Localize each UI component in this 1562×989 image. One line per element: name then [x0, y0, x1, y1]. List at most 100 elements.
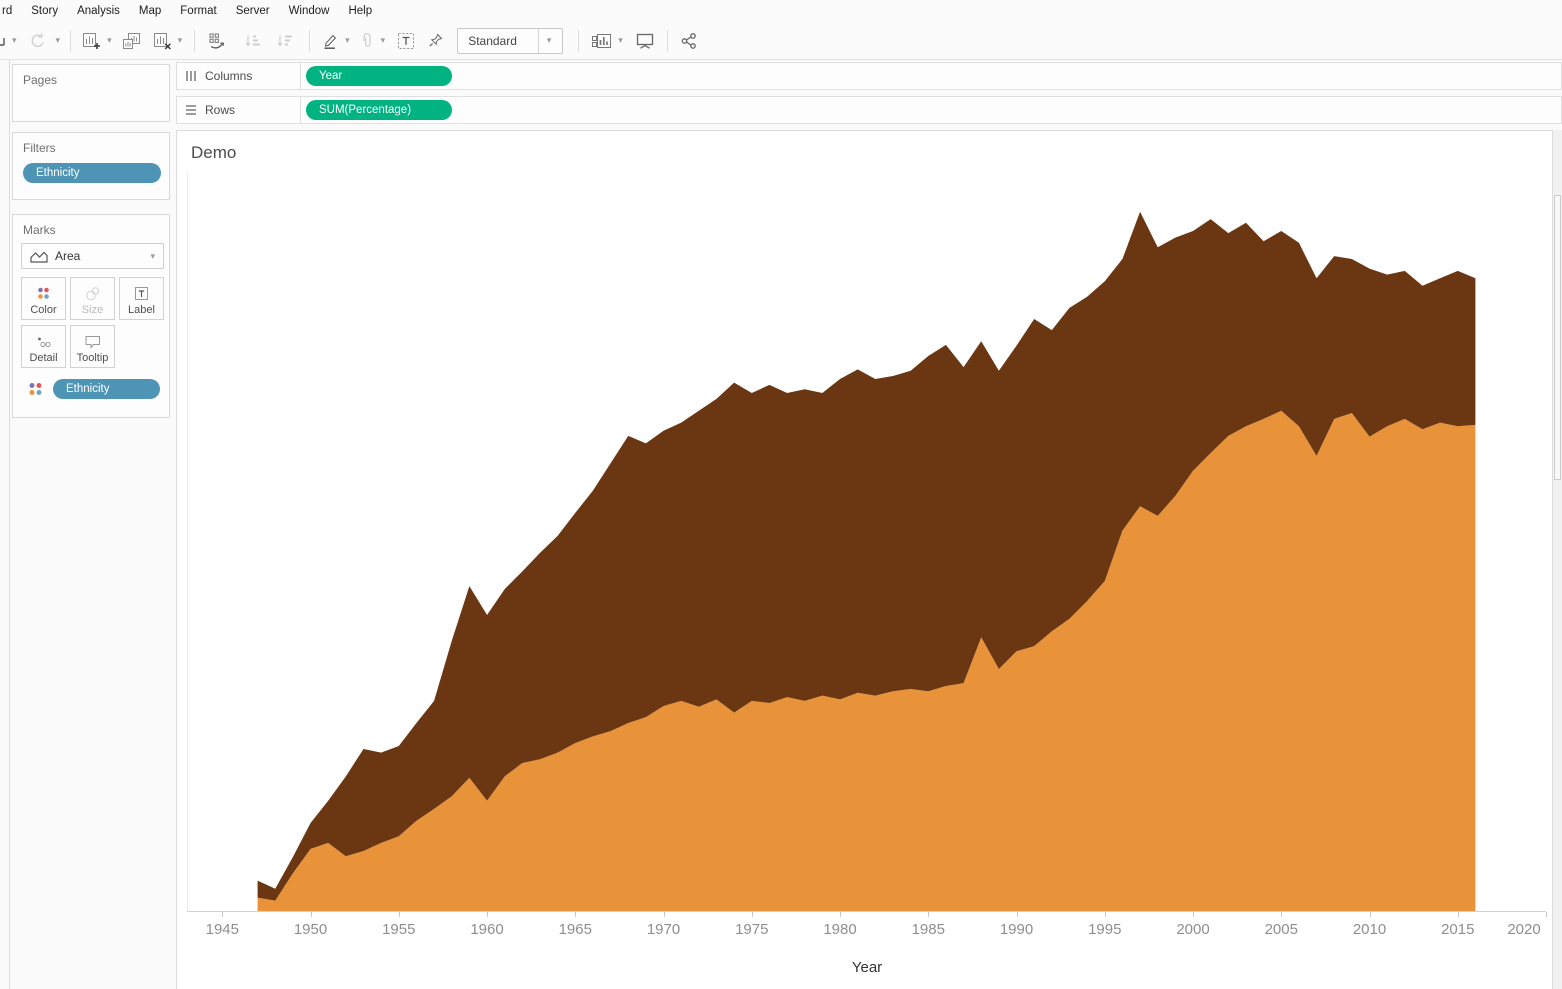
stacked-area-chart[interactable] [187, 171, 1546, 911]
x-tick-mark [1281, 912, 1283, 917]
x-tick-label: 1990 [999, 921, 1034, 938]
x-tick-mark [1104, 912, 1106, 917]
color-button[interactable]: Color [21, 277, 66, 320]
toolbar-separator [666, 29, 668, 52]
x-tick-mark [487, 912, 489, 917]
size-button-label: Size [81, 304, 104, 316]
highlight-caret-icon[interactable]: ▾ [344, 36, 351, 45]
menu-item-story[interactable]: Story [31, 5, 58, 17]
fit-mode-select[interactable]: Standard ▾ [457, 27, 564, 54]
rows-shelf-head: Rows [177, 97, 301, 123]
menu-item-analysis[interactable]: Analysis [77, 5, 120, 17]
x-tick-label: 2020 [1507, 921, 1541, 938]
menu-item-window[interactable]: Window [289, 5, 330, 17]
marks-pill-ethnicity[interactable]: Ethnicity [53, 379, 160, 399]
clear-sheet-caret-icon[interactable]: ▾ [177, 36, 184, 45]
area-chart-icon [30, 250, 48, 263]
rows-shelf[interactable]: Rows SUM(Percentage) [176, 96, 1562, 124]
label-button[interactable]: Label [119, 277, 164, 320]
size-button: Size [70, 277, 115, 320]
rows-pill-sum-percentage[interactable]: SUM(Percentage) [306, 100, 452, 120]
filter-pill-label: Ethnicity [36, 167, 80, 179]
filters-label: Filters [23, 141, 56, 155]
toolbar-separator [578, 29, 580, 52]
tooltip-button[interactable]: Tooltip [70, 325, 115, 368]
new-worksheet-caret-icon[interactable]: ▾ [106, 36, 113, 45]
x-tick-label: 1985 [911, 921, 945, 938]
presentation-mode-icon[interactable] [635, 27, 655, 55]
mark-type-select[interactable]: Area ▾ [21, 243, 164, 269]
tooltip-bubble-icon [85, 336, 100, 349]
x-tick-label: 2000 [1176, 921, 1210, 938]
sheet-title[interactable]: Demo [191, 143, 236, 163]
scrollbar-thumb[interactable] [1554, 195, 1561, 480]
x-tick-label: 1995 [1088, 921, 1122, 938]
menu-item-help[interactable]: Help [348, 5, 372, 17]
filters-shelf[interactable]: Filters Ethnicity [12, 132, 170, 200]
fix-axes-pin-icon[interactable] [428, 27, 444, 55]
x-tick-mark [1016, 912, 1018, 917]
label-t-icon [135, 287, 148, 300]
menu-item-dashboard-truncated[interactable]: rd [2, 5, 12, 17]
highlight-pen-icon[interactable] [322, 27, 340, 55]
sort-descending-icon [276, 27, 294, 55]
undo-caret-icon[interactable]: ▾ [11, 36, 18, 45]
clear-sheet-icon[interactable] [153, 27, 172, 55]
tooltip-button-label: Tooltip [76, 352, 109, 364]
x-tick-mark [398, 912, 400, 917]
color-dots-icon [38, 287, 49, 299]
menu-item-map[interactable]: Map [139, 5, 161, 17]
duplicate-sheet-icon[interactable] [122, 27, 142, 55]
label-button-label: Label [128, 304, 155, 316]
columns-shelf-label: Columns [205, 69, 253, 83]
fit-mode-caret-icon[interactable]: ▾ [538, 28, 559, 53]
share-icon[interactable] [680, 27, 698, 55]
x-tick-label: 2015 [1441, 921, 1475, 938]
toolbar-separator [70, 29, 72, 52]
x-tick-mark [840, 912, 842, 917]
marks-label: Marks [23, 223, 56, 237]
x-tick-mark [751, 912, 753, 917]
mark-type-value: Area [55, 249, 81, 263]
x-axis-title: Year [851, 959, 883, 976]
menu-item-server[interactable]: Server [236, 5, 270, 17]
x-tick-label: 1965 [558, 921, 592, 938]
show-me-caret-icon[interactable]: ▾ [617, 36, 624, 45]
show-me-icon[interactable] [591, 27, 613, 55]
fit-mode-value: Standard [468, 33, 517, 48]
columns-icon [185, 70, 197, 82]
detail-button[interactable]: Detail [21, 325, 66, 368]
new-worksheet-icon[interactable] [82, 27, 101, 55]
x-tick-mark [1457, 912, 1459, 917]
swap-rows-columns-icon[interactable] [208, 27, 228, 55]
pages-shelf[interactable]: Pages [12, 64, 170, 122]
columns-shelf[interactable]: Columns Year [176, 62, 1562, 90]
x-tick-label: 2005 [1264, 921, 1298, 938]
show-mark-labels-icon[interactable] [397, 27, 415, 55]
menu-item-format[interactable]: Format [180, 5, 216, 17]
columns-shelf-head: Columns [177, 63, 301, 89]
x-tick-mark [1546, 912, 1547, 917]
toolbar: ▾ ▾ ▾ ▾ ▾ ▾ Standard ▾ ▾ [0, 22, 1562, 60]
color-legend-dots-icon [26, 380, 45, 399]
rows-icon [185, 104, 197, 116]
vertical-scrollbar [1552, 130, 1562, 989]
rows-pill-label: SUM(Percentage) [319, 104, 412, 116]
x-tick-label: 2010 [1352, 921, 1387, 938]
columns-pill-label: Year [319, 70, 343, 82]
x-tick-label: 1955 [382, 921, 416, 938]
mark-type-caret-icon[interactable]: ▾ [149, 251, 156, 261]
x-tick-label: 1975 [735, 921, 769, 938]
x-tick-label: 1945 [205, 921, 239, 938]
pages-label: Pages [23, 73, 58, 87]
worksheet-view: Demo 1945 1950 1955 1960 1965 1970 1975 1980 198… [176, 130, 1552, 989]
rows-shelf-label: Rows [205, 103, 236, 117]
x-tick-mark [1193, 912, 1194, 917]
filter-pill-ethnicity[interactable]: Ethnicity [23, 163, 161, 183]
cut-off-icon [0, 27, 5, 55]
x-tick-mark [222, 912, 224, 917]
detail-button-label: Detail [29, 352, 58, 364]
refresh-caret-icon: ▾ [55, 35, 61, 45]
x-tick-mark [928, 912, 930, 917]
columns-pill-year[interactable]: Year [306, 66, 452, 86]
